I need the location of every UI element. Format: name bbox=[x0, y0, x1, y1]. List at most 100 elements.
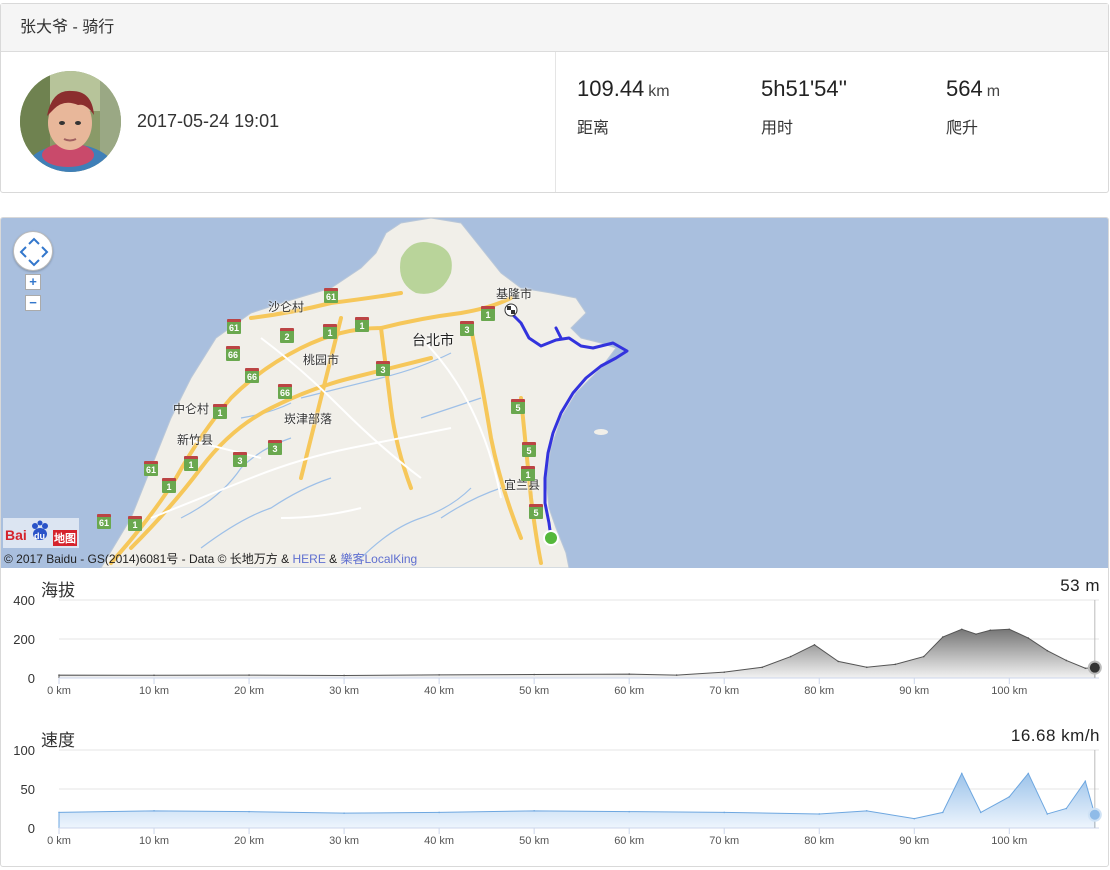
data-point bbox=[1065, 659, 1068, 662]
data-point bbox=[865, 810, 868, 812]
map-label: 新竹县 bbox=[177, 433, 214, 447]
data-point bbox=[1084, 780, 1087, 782]
data-point bbox=[248, 674, 250, 676]
x-tick-label: 10 km bbox=[139, 835, 169, 847]
data-point bbox=[1008, 628, 1011, 631]
x-tick-label: 90 km bbox=[899, 835, 929, 847]
data-point bbox=[818, 813, 821, 815]
activity-datetime: 2017-05-24 19:01 bbox=[137, 111, 280, 131]
route-shield: 1 bbox=[128, 516, 142, 531]
x-tick-label: 10 km bbox=[139, 685, 169, 697]
data-point bbox=[837, 660, 840, 663]
map-canvas bbox=[100, 218, 629, 568]
route-shield: 1 bbox=[213, 404, 227, 419]
activity-title: 张大爷 - 骑行 bbox=[1, 4, 1108, 52]
data-point bbox=[153, 810, 155, 812]
data-point bbox=[960, 772, 963, 775]
stat-climb-label: 爬升 bbox=[946, 120, 979, 137]
route-shield: 61 bbox=[144, 461, 158, 476]
speed-chart[interactable]: 100 50 0 0 km 10 km 20 km 30 km 40 km 50 km 60 km… bbox=[1, 738, 1109, 867]
here-link[interactable]: HERE bbox=[292, 552, 325, 566]
data-point bbox=[438, 811, 440, 814]
baidu-logo[interactable]: Bai du 地图 bbox=[3, 518, 79, 548]
route-shield: 61 bbox=[97, 514, 111, 529]
stat-duration-label: 用时 bbox=[761, 120, 794, 137]
current-point bbox=[1089, 662, 1100, 673]
data-point bbox=[533, 810, 535, 812]
data-point bbox=[58, 674, 60, 676]
data-point bbox=[533, 673, 535, 676]
stat-climb-value: 564 bbox=[946, 76, 983, 101]
data-point bbox=[1065, 807, 1068, 810]
data-point bbox=[979, 811, 982, 814]
avatar-image bbox=[20, 71, 121, 172]
data-point bbox=[813, 644, 816, 646]
x-tick-label: 40 km bbox=[424, 835, 454, 847]
x-tick-label: 80 km bbox=[804, 835, 834, 847]
x-tick-label: 100 km bbox=[991, 685, 1027, 697]
x-tick-label: 20 km bbox=[234, 835, 264, 847]
route-shield: 66 bbox=[278, 384, 292, 399]
stat-duration-value: 5h51'54'' bbox=[761, 76, 848, 101]
baidu-logo-text3: 地图 bbox=[53, 530, 77, 546]
copyright-text: © 2017 Baidu - GS(2014)6081号 - Data © 长地… bbox=[4, 552, 293, 566]
y-tick-label: 50 bbox=[21, 782, 35, 797]
data-point bbox=[58, 811, 60, 814]
map-label: 中仑村 bbox=[173, 402, 210, 416]
x-tick-label: 60 km bbox=[614, 685, 644, 697]
route-shield: 5 bbox=[529, 504, 543, 519]
data-point bbox=[913, 817, 916, 820]
data-point bbox=[153, 674, 155, 677]
stat-climb-unit: m bbox=[986, 83, 1001, 100]
series-area bbox=[58, 628, 1096, 679]
data-point bbox=[865, 666, 868, 669]
y-tick-label: 100 bbox=[13, 743, 35, 758]
route-shield: 3 bbox=[233, 452, 247, 467]
route-shield: 66 bbox=[226, 346, 240, 361]
map-label: 沙仑村 bbox=[268, 300, 305, 314]
user-avatar[interactable] bbox=[20, 71, 121, 172]
route-shield: 66 bbox=[245, 368, 259, 383]
data-point bbox=[1008, 796, 1011, 798]
x-tick-label: 30 km bbox=[329, 835, 359, 847]
series-area bbox=[58, 772, 1096, 829]
data-point bbox=[723, 811, 726, 814]
map-label-city: 台北市 bbox=[412, 332, 454, 348]
route-shield: 3 bbox=[376, 361, 390, 376]
data-point bbox=[628, 673, 630, 675]
y-tick-label: 400 bbox=[13, 593, 35, 608]
x-tick-label: 90 km bbox=[899, 685, 929, 697]
map-label: 崁津部落 bbox=[284, 412, 333, 426]
x-tick-label: 50 km bbox=[519, 835, 549, 847]
data-point bbox=[1027, 772, 1030, 775]
map-copyright: © 2017 Baidu - GS(2014)6081号 - Data © 长地… bbox=[4, 550, 417, 567]
route-shield: 1 bbox=[481, 306, 495, 321]
data-point bbox=[628, 810, 630, 813]
route-shield: 61 bbox=[227, 319, 241, 334]
stat-distance-value: 109.44 bbox=[577, 76, 645, 101]
zoom-out-button[interactable]: − bbox=[25, 295, 41, 311]
data-point bbox=[343, 674, 345, 677]
stat-climb: 564 m 爬升 bbox=[946, 76, 1000, 138]
baidu-logo-text1: Bai bbox=[5, 527, 27, 543]
y-tick-label: 0 bbox=[28, 821, 35, 836]
zoom-in-button[interactable]: + bbox=[25, 274, 41, 290]
data-point bbox=[1084, 667, 1087, 670]
data-point bbox=[941, 636, 944, 638]
x-tick-label: 60 km bbox=[614, 835, 644, 847]
route-shield: 3 bbox=[460, 321, 474, 336]
data-point bbox=[1027, 637, 1030, 639]
data-point bbox=[723, 671, 726, 673]
data-point bbox=[975, 633, 977, 635]
copyright-amp: & bbox=[325, 552, 341, 566]
y-tick-label: 0 bbox=[28, 671, 35, 686]
elevation-chart[interactable]: 400 200 0 0 km 10 km 20 km 30 km 40 km 50 km 60 k… bbox=[1, 588, 1109, 728]
x-tick-label: 50 km bbox=[519, 685, 549, 697]
map-pan-control[interactable] bbox=[13, 231, 53, 271]
route-map[interactable]: 沙仑村 台北市 桃园市 中仑村 新竹县 崁津部落 基隆市 宜兰县 61 61 6… bbox=[1, 218, 1108, 568]
route-shield: 1 bbox=[184, 456, 198, 471]
localking-link[interactable]: 樂客LocalKing bbox=[341, 552, 418, 566]
x-tick-label: 80 km bbox=[804, 685, 834, 697]
data-point bbox=[1046, 813, 1049, 815]
map-label: 桃园市 bbox=[303, 353, 340, 367]
